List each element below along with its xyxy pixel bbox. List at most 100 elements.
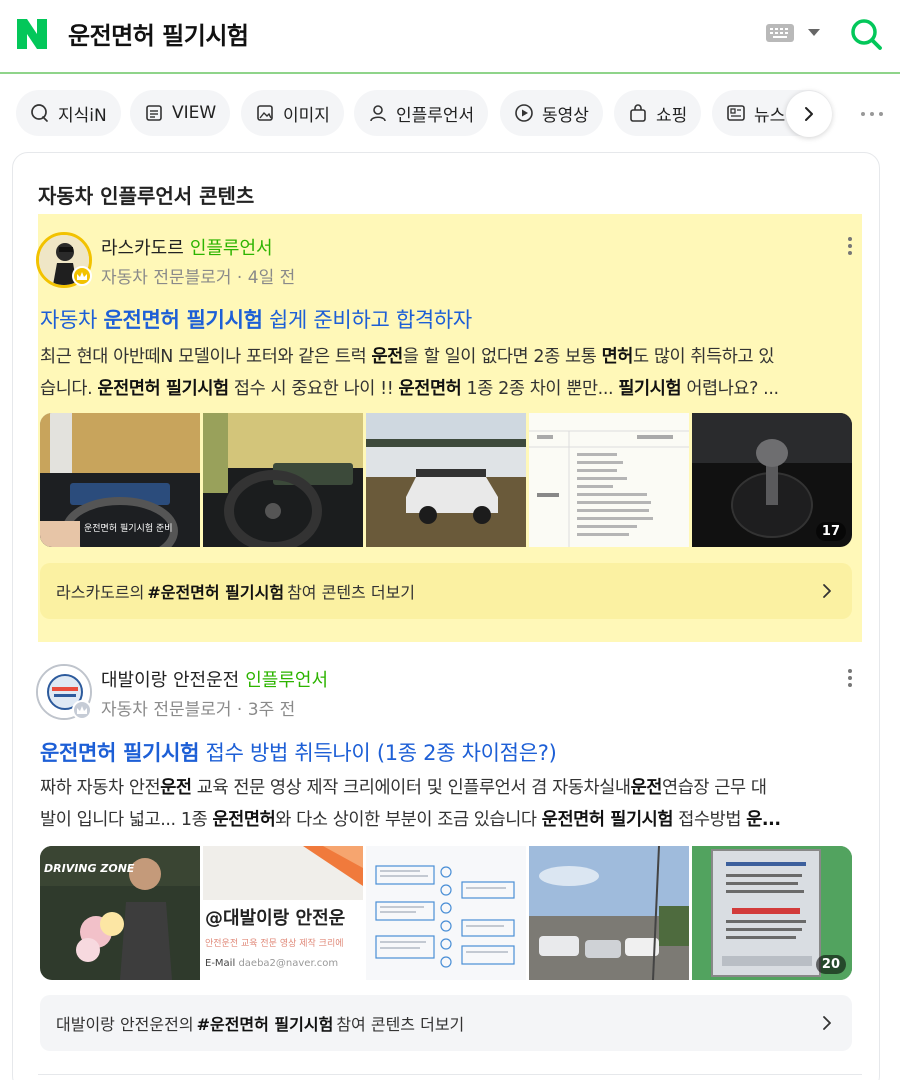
crown-badge-icon xyxy=(72,700,92,720)
tab-influencer[interactable]: 인플루언서 xyxy=(354,90,489,136)
more-options-icon[interactable] xyxy=(854,104,890,124)
influencer-badge: 인플루언서 xyxy=(245,670,329,691)
snippet-keyword: 운전면허 필기시험 xyxy=(541,810,674,830)
document-icon xyxy=(146,105,162,121)
naver-n-logo[interactable] xyxy=(16,18,48,50)
snippet-keyword: 필기시험 xyxy=(618,379,682,399)
thumbnail-text: E-Mail daeba2@naver.com xyxy=(205,958,338,969)
post-time: 3주 전 xyxy=(247,700,296,720)
snippet-text: 1종 2종 차이 뿐만... xyxy=(461,379,619,399)
post-menu-icon[interactable] xyxy=(840,666,860,690)
search-header: 운전면허 필기시험 xyxy=(0,0,900,74)
snippet-keyword: 면허 xyxy=(601,347,634,367)
snippet-text: 교육 전문 영상 제작 크리에이터 및 인플루언서 겸 자동차실내 xyxy=(191,778,631,798)
snippet-text: 접수 시 중요한 나이 !! xyxy=(228,379,399,399)
influencer-badge: 인플루언서 xyxy=(189,238,273,259)
thumbnail-image[interactable]: DRIVING ZONE xyxy=(40,846,200,980)
snippet-text: 최근 현대 아반떼N 모델이나 포터와 같은 트럭 xyxy=(40,347,372,367)
play-icon xyxy=(515,104,533,122)
news-icon xyxy=(727,105,745,121)
post-image-strip[interactable]: 운전면허 필기시험 준비 17 xyxy=(40,413,852,547)
snippet-keyword: 운전면허 필기시험 xyxy=(97,379,229,399)
search-query[interactable]: 운전면허 필기시험 xyxy=(68,16,249,51)
dropdown-caret-icon[interactable] xyxy=(808,29,820,36)
chevron-right-icon xyxy=(805,107,813,121)
more-content-button[interactable]: 라스카도르의 #운전면허 필기시험 참여 콘텐츠 더보기 xyxy=(40,563,852,619)
tab-image[interactable]: 이미지 xyxy=(241,90,344,136)
tab-video[interactable]: 동영상 xyxy=(500,90,603,136)
category-label: 자동차 전문블로거 xyxy=(101,700,232,720)
tab-kin[interactable]: 지식iN xyxy=(16,90,121,136)
title-part: 자동차 xyxy=(40,308,104,332)
tab-label: VIEW xyxy=(172,103,217,123)
post-title-link[interactable]: 운전면허 필기시험 접수 방법 취득나이 (1종 2종 차이점은?) xyxy=(40,737,557,767)
chevron-right-icon xyxy=(823,584,831,598)
snippet-text: 와 다소 상이한 부분이 조금 있습니다 xyxy=(275,810,542,830)
tab-label: 동영상 xyxy=(542,105,589,126)
author-name[interactable]: 대발이랑 안전운전 인플루언서 xyxy=(101,666,328,692)
thumbnail-image[interactable] xyxy=(366,413,526,547)
post-meta: 자동차 전문블로거 · 3주 전 xyxy=(101,700,296,720)
thumbnail-image[interactable] xyxy=(529,413,689,547)
person-icon xyxy=(370,105,386,122)
author-name[interactable]: 라스카도르 인플루언서 xyxy=(101,234,273,260)
post-menu-icon[interactable] xyxy=(840,234,860,258)
snippet-text: 접수방법 xyxy=(673,810,747,830)
post-image-strip[interactable]: DRIVING ZONE @대발이랑 안전운 안전운전 교육 전문 영상 제작 … xyxy=(40,846,852,980)
tab-label: 인플루언서 xyxy=(396,105,475,126)
hashtag: #운전면허 필기시험 xyxy=(147,583,285,602)
snippet-line: 짜하 자동차 안전운전 교육 전문 영상 제작 크리에이터 및 인플루언서 겸 … xyxy=(40,772,850,804)
thumbnail-image[interactable] xyxy=(366,846,526,980)
thumbnail-image[interactable]: @대발이랑 안전운 안전운전 교육 전문 영상 제작 크리에 E-Mail da… xyxy=(203,846,363,980)
title-part: 접수 방법 취득나이 (1종 2종 차이점은?) xyxy=(199,741,557,765)
shopping-bag-icon xyxy=(630,104,646,122)
snippet-keyword: 운전면허 xyxy=(212,810,276,830)
email-text: daeba2@naver.com xyxy=(238,958,339,969)
search-icon[interactable] xyxy=(848,16,884,52)
tab-label: 지식iN xyxy=(58,105,107,126)
tab-view[interactable]: VIEW xyxy=(130,90,231,136)
more-label: 참여 콘텐츠 더보기 xyxy=(287,583,416,602)
title-keyword: 운전면허 필기시험 xyxy=(103,308,263,332)
more-label: 참여 콘텐츠 더보기 xyxy=(336,1015,465,1034)
section-title: 자동차 인플루언서 콘텐츠 xyxy=(38,184,255,208)
snippet-line: 습니다. 운전면허 필기시험 접수 시 중요한 나이 !! 운전면허 1종 2종… xyxy=(40,373,850,405)
post-snippet[interactable]: 최근 현대 아반떼N 모델이나 포터와 같은 트럭 운전을 할 일이 없다면 2… xyxy=(40,341,850,405)
thumbnail-text: DRIVING ZONE xyxy=(44,862,135,875)
post-title-link[interactable]: 자동차 운전면허 필기시험 쉽게 준비하고 합격하자 xyxy=(40,304,472,334)
tab-label: 뉴스 xyxy=(754,105,786,126)
search-bubble-icon xyxy=(31,104,48,122)
thumbnail-image[interactable]: 17 xyxy=(692,413,852,547)
thumbnail-caption: 운전면허 필기시험 준비 xyxy=(84,524,173,534)
more-content-button[interactable]: 대발이랑 안전운전의 #운전면허 필기시험 참여 콘텐츠 더보기 xyxy=(40,995,852,1051)
thumbnail-image[interactable]: 운전면허 필기시험 준비 xyxy=(40,413,200,547)
snippet-text: 짜하 자동차 안전 xyxy=(40,778,161,798)
snippet-text: 어렵나요? ... xyxy=(681,379,779,399)
section-divider xyxy=(38,1074,862,1075)
keyboard-icon[interactable] xyxy=(766,24,794,42)
author-label[interactable]: 대발이랑 안전운전 xyxy=(101,670,239,691)
more-label: 대발이랑 안전운전의 xyxy=(56,1015,194,1034)
tabs-next-button[interactable] xyxy=(786,91,832,137)
snippet-keyword: 운전 xyxy=(630,778,663,798)
snippet-line: 최근 현대 아반떼N 모델이나 포터와 같은 트럭 운전을 할 일이 없다면 2… xyxy=(40,341,850,373)
image-count-badge: 20 xyxy=(815,955,846,974)
thumbnail-image[interactable] xyxy=(203,413,363,547)
category-label: 자동차 전문블로거 xyxy=(101,268,232,288)
thumbnail-text: 안전운전 교육 전문 영상 제작 크리에 xyxy=(205,939,344,949)
image-icon xyxy=(257,105,273,121)
snippet-keyword: 운전면허 xyxy=(398,379,462,399)
author-label[interactable]: 라스카도르 xyxy=(101,238,184,259)
snippet-keyword: 운전 xyxy=(160,778,192,798)
tab-shopping[interactable]: 쇼핑 xyxy=(614,90,702,136)
chevron-right-icon xyxy=(823,1016,831,1030)
snippet-line: 발이 입니다 넓고... 1종 운전면허와 다소 상이한 부분이 조금 있습니다… xyxy=(40,804,850,836)
thumbnail-image[interactable] xyxy=(529,846,689,980)
snippet-keyword: 운전 xyxy=(371,347,403,367)
post-snippet[interactable]: 짜하 자동차 안전운전 교육 전문 영상 제작 크리에이터 및 인플루언서 겸 … xyxy=(40,772,850,836)
image-count-badge: 17 xyxy=(815,522,846,541)
thumbnail-image[interactable]: 20 xyxy=(692,846,852,980)
title-part: 쉽게 준비하고 합격하자 xyxy=(262,308,472,332)
tab-label: 이미지 xyxy=(283,105,330,126)
title-keyword: 운전면허 필기시험 xyxy=(40,741,200,765)
